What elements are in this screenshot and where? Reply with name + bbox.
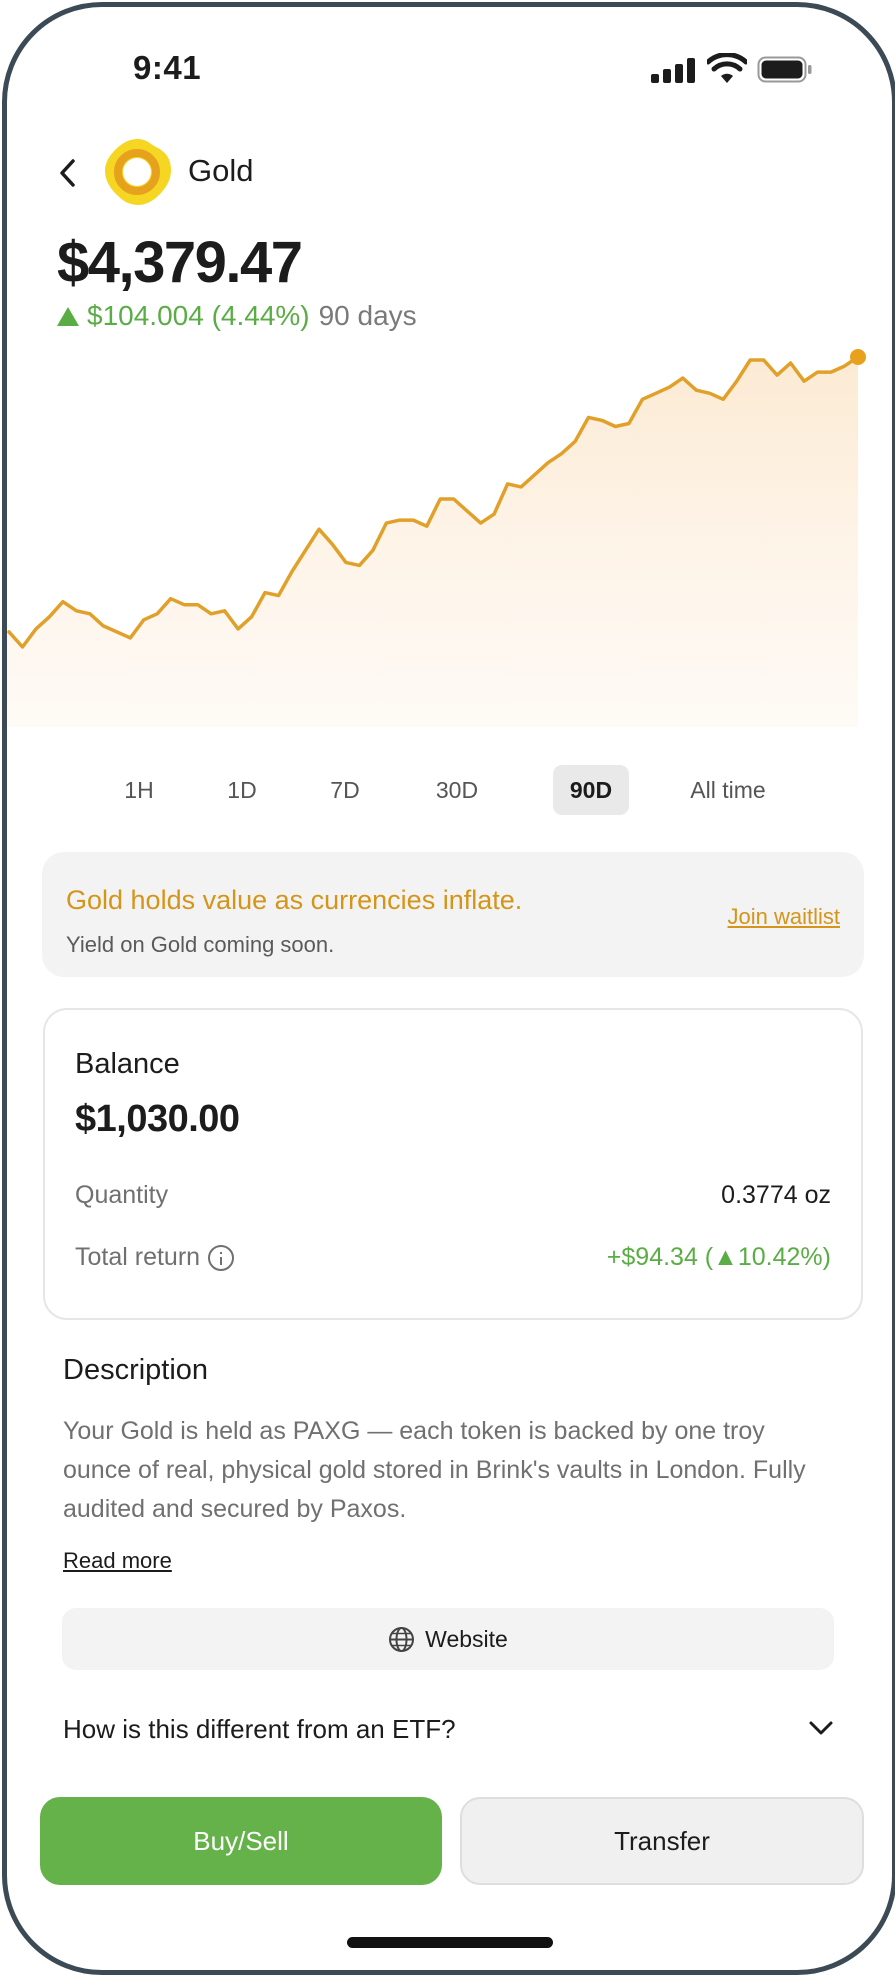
chevron-down-icon: [809, 1721, 833, 1735]
buy-sell-button[interactable]: Buy/Sell: [40, 1797, 442, 1885]
faq-question: How is this different from an ETF?: [63, 1714, 456, 1744]
info-icon[interactable]: [208, 1244, 235, 1271]
total-return-value: +$94.34 (▲10.42%): [606, 1243, 831, 1271]
quantity-value: 0.3774 oz: [721, 1181, 831, 1209]
range-tab-7d[interactable]: 7D: [317, 765, 373, 815]
balance-value: $1,030.00: [75, 1098, 240, 1140]
yield-promo-banner: Gold holds value as currencies inflate. …: [42, 852, 864, 977]
promo-title: Gold holds value as currencies inflate.: [66, 885, 523, 915]
wifi-icon: [707, 53, 747, 83]
asset-header: Gold: [47, 137, 847, 207]
status-bar: 9:41: [7, 7, 892, 127]
website-button[interactable]: Website: [62, 1608, 834, 1670]
status-time: 9:41: [133, 49, 202, 86]
range-tab-1h[interactable]: 1H: [111, 765, 167, 815]
asset-name: Gold: [188, 153, 254, 188]
phone-frame: 9:41 Gold $4,379.47 $104.004 (4.44%) 90: [2, 2, 895, 1975]
current-price: $4,379.47: [57, 230, 303, 295]
home-indicator: [347, 1937, 553, 1948]
promo-subtitle: Yield on Gold coming soon.: [66, 932, 335, 957]
price-chart[interactable]: [7, 327, 892, 727]
range-tab-90d[interactable]: 90D: [553, 765, 629, 815]
gold-coin-icon: [105, 139, 171, 205]
description-title: Description: [63, 1354, 209, 1386]
balance-card: Balance $1,030.00 Quantity 0.3774 oz Tot…: [43, 1008, 863, 1320]
chart-current-point: [850, 349, 866, 365]
globe-icon: [389, 1626, 415, 1652]
battery-icon: [757, 56, 812, 83]
chart-area-fill: [7, 357, 858, 727]
description-body: Your Gold is held as PAXG — each token i…: [63, 1417, 806, 1523]
back-chevron-icon[interactable]: [53, 155, 83, 191]
website-label: Website: [425, 1625, 508, 1652]
faq-etf-row[interactable]: How is this different from an ETF?: [63, 1710, 835, 1750]
transfer-button[interactable]: Transfer: [460, 1797, 864, 1885]
total-return-label: Total return: [75, 1243, 201, 1271]
cellular-signal-icon: [651, 57, 697, 83]
read-more-link[interactable]: Read more: [63, 1548, 172, 1574]
total-return-label-row: Total return: [75, 1243, 235, 1272]
up-arrow-icon: [57, 306, 79, 326]
join-waitlist-link[interactable]: Join waitlist: [728, 904, 840, 930]
range-tab-1d[interactable]: 1D: [214, 765, 270, 815]
time-range-tabs: 1H 1D 7D 30D 90D All time: [7, 765, 892, 815]
balance-label: Balance: [75, 1048, 180, 1080]
range-tab-all-time[interactable]: All time: [672, 765, 784, 815]
quantity-label: Quantity: [75, 1181, 169, 1209]
range-tab-30d[interactable]: 30D: [420, 765, 494, 815]
